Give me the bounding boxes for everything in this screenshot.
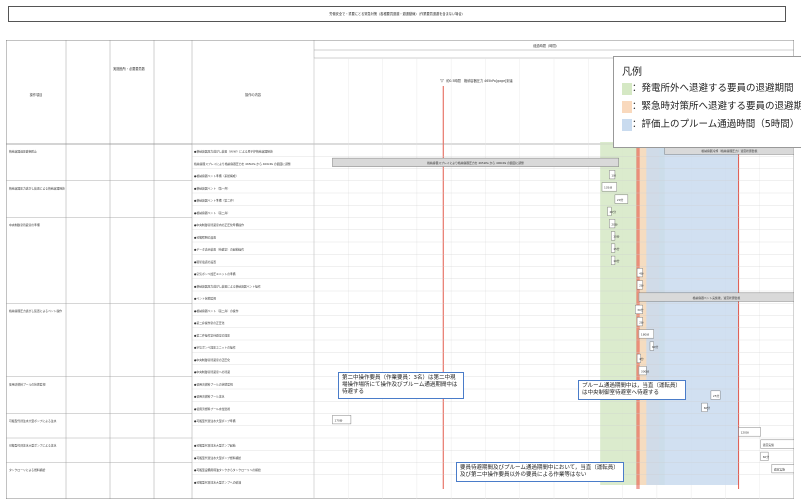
row-item: 可搬型代替注水大型ポンプによる注水 [9, 419, 57, 423]
task-bar-label: 30分 [637, 308, 644, 312]
row-operation: ●使用済燃料プール注水 [194, 395, 225, 399]
task-bar-label: 180分 [641, 333, 649, 337]
task-bar-label: 60分 [704, 406, 711, 410]
header-staff: 実施箇所・必要要員数 [113, 66, 146, 71]
row-operation: ●可搬型設備用軽油タンクからタンクローリへの補給 [194, 468, 261, 472]
task-bar-label: 10分 [613, 235, 620, 239]
row-item: 中央制御室待避室の準備 [9, 223, 40, 227]
task-bar-label: 格納容器ベント実施後，適宜状態監視 [693, 296, 741, 300]
task-bar-label: 60分 [652, 345, 659, 349]
task-bar-label: 170分 [334, 418, 342, 422]
callout-right: プルーム通過期間中は，当直（運転員）は中央制御室待避室へ待避する [578, 380, 686, 400]
task-bar-label: 10分 [613, 259, 620, 263]
task-bar-label: 60分 [763, 455, 770, 459]
legend-swatch [622, 83, 632, 95]
legend-swatch [622, 101, 632, 113]
row-operation: ●空気ボンベ加圧ユニットの操作 [194, 346, 236, 350]
task-bar-label: 格納容器冷却（格納容器圧力）適宜状態監視 [701, 149, 757, 153]
task-bar-label: 300分 [641, 369, 649, 373]
legend-label: ：評価上のプルーム通過時間（5時間） [632, 119, 800, 130]
task-bar-label: 1分 [611, 173, 616, 177]
row-operation: ●衛星電話の設置 [194, 260, 216, 264]
row-item: 可搬型代替注水大型ポンプによる注水 [9, 444, 57, 448]
row-operation: ●可搬型代替注水大型ポンプ燃料補給 [194, 456, 241, 460]
row-item: 格納容器過圧破損防止 [9, 150, 37, 154]
row-operation: ●格納容器ベント（第二弁） [194, 211, 230, 215]
row-operation: ●格納容器圧力逃がし装置（W/W）による原子炉格納容器除熱 [194, 150, 273, 154]
task-bar-label: 15分 [613, 247, 620, 251]
row-operation: ●可搬照明の設置 [194, 235, 216, 239]
legend-title: 凡例 [622, 67, 642, 78]
legend-label: ：緊急時対策所へ退避する要員の退避期間 [632, 101, 801, 112]
task-bar-label: 4分 [639, 271, 644, 275]
row-operation: ●使用済燃料プールの状態監視 [194, 382, 233, 386]
task-bar-label: 135分 [604, 186, 612, 190]
header-timeline: 経過時間（時間） [533, 43, 559, 48]
row-operation: ●中央制御室待避室の正圧化 [194, 358, 230, 362]
milestone-label: 約0.5時間 格納容器圧力 465kPa[gage]到達 [446, 78, 513, 83]
row-operation: ●ベント状態監視 [194, 297, 216, 301]
row-operation: ●可搬型代替注水大型ポンプへの給油 [194, 480, 241, 484]
page-header: 労働安全で・重要にとる緊急対策（各種要員退避・避退動線）（作業要員退避を含まない… [8, 6, 786, 22]
legend: 凡例 ：発電所外へ退避する要員の退避期間 ：緊急時対策所へ退避する要員の退避期間… [613, 56, 801, 148]
task-bar-label: 2分 [639, 284, 644, 288]
task-bar-label: 4分 [639, 357, 644, 361]
legend-item-plume: ：評価上のプルーム通過時間（5時間） [622, 119, 801, 133]
row-operation: ●使用済燃料プール水位監視 [194, 407, 230, 411]
row-operation: ●第二弁操作室の正圧化 [194, 321, 225, 325]
row-item: 使用済燃料プールの状態監視 [9, 382, 46, 386]
band-2 [646, 142, 739, 485]
task-bar-label: 25分 [713, 394, 720, 398]
task-bar-label: 20分 [610, 210, 617, 214]
task-bar-label: 120分 [741, 431, 749, 435]
row-operation: ●中央制御室待避室への待避 [194, 370, 230, 374]
milestone-marker: ▽ [440, 79, 444, 84]
legend-label: ：発電所外へ退避する要員の退避期間 [632, 83, 794, 94]
task-bar-label: 2分 [639, 320, 644, 324]
task-bar-label: 適宜実施 [763, 443, 774, 447]
row-item: 格納容器圧力逃がし装置によるベント操作 [9, 309, 62, 313]
task-bar-label: 20分 [611, 222, 618, 226]
row-operation: ●第二弁操作室待避室の加圧 [194, 333, 230, 337]
row-item: 格納容器圧力逃がし装置による格納容器除熱 [9, 186, 65, 190]
row-operation: ●格納容器ベント準備（第二弁） [194, 199, 236, 203]
legend-item-evacuate-ecc: ：緊急時対策所へ退避する要員の退避期間 [622, 101, 801, 115]
callout-left: 第二中操作要員（作業要員：3名）は第二中現場操作場所にて操作及びプルーム通過期間… [338, 372, 464, 399]
row-item: タンクローリによる燃料補給 [9, 468, 45, 472]
row-operation: ●格納容器圧力逃がし装置による格納容器ベント操作 [194, 284, 261, 288]
legend-swatch [622, 119, 632, 131]
legend-item-evacuate-offsite: ：発電所外へ退避する要員の退避期間 [622, 83, 801, 97]
row-operation: ●格納容器ベント（第一弁） [194, 186, 230, 190]
callout-bottom: 要員待避期間及びプルーム通過期間中において，当直（運転員）及び第二中操作要員以外… [456, 462, 624, 482]
row-operation: ●空気ボンベ加圧ユニットの準備 [194, 272, 236, 276]
row-operation: ●可搬型代替注水大型ポンプ準備 [194, 419, 236, 423]
task-bar-label: 20分 [617, 198, 624, 202]
task-bar-label: 格納容器スプレイにより格納容器圧力を 465kPa から 400kPa の範囲に… [427, 161, 524, 165]
row-operation: 格納容器スプレイにより格納容器圧力を 465kPa から 400kPa の範囲に… [194, 162, 291, 166]
row-operation: ●格納容器ベント準備（系統構成） [194, 174, 238, 178]
header-operation: 操作の内容 [245, 92, 262, 97]
header-item: 操作項目 [30, 92, 43, 97]
row-operation: ●中央制御室待避室内の正圧化準備操作 [194, 223, 244, 227]
row-operation: ●データ表示装置（待避室）の起動操作 [194, 248, 244, 252]
task-bar-label: 適宜実施 [774, 467, 785, 471]
row-operation: ●格納容器ベント（第二弁）の操作 [194, 309, 239, 313]
row-operation: ●可搬型代替注水大型ポンプ起動 [194, 444, 236, 448]
